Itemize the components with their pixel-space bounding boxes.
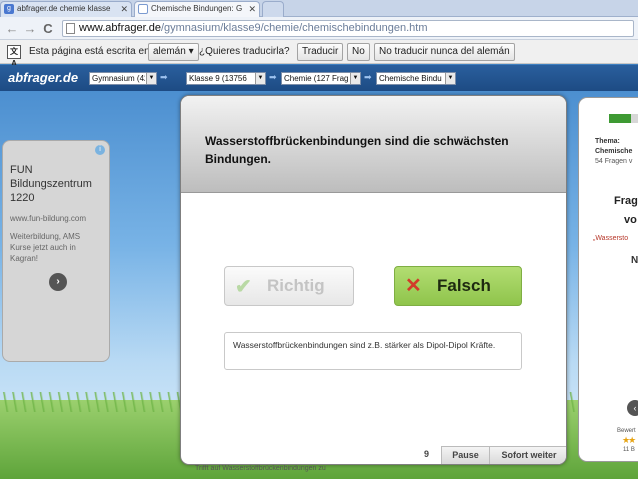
select-chemische-bindungen[interactable]: Chemische Bindu ▼ — [376, 72, 456, 85]
explanation-box: Wasserstoffbrückenbindungen sind z.B. st… — [224, 332, 522, 370]
close-tab-icon[interactable]: ✕ — [120, 2, 128, 16]
checkmark-icon: ✔ — [235, 276, 252, 298]
info-panel: Thema: Chemische 54 Fragen v Frag vo „Wa… — [578, 97, 638, 462]
question-count: 54 Fragen v — [595, 158, 633, 165]
falsch-label: Falsch — [437, 276, 491, 295]
arrow-right-icon: ➡ — [269, 72, 277, 82]
star-rating-icon[interactable]: ★★ — [622, 435, 636, 446]
dropdown-arrow-icon: ▼ — [350, 73, 360, 84]
select-label: Klasse 9 (13756 — [189, 74, 247, 83]
address-bar[interactable]: www.abfrager.de/gymnasium/klasse9/chemie… — [62, 20, 634, 37]
pause-button[interactable]: Pause — [441, 446, 489, 464]
arrow-right-icon: ➡ — [364, 72, 372, 82]
quiz-card: Wasserstoffbrückenbindungen sind die sch… — [180, 95, 567, 465]
advertisement[interactable]: i FUN Bildungszentrum 1220 www.fun-bildu… — [2, 140, 110, 362]
new-tab-button[interactable] — [262, 1, 284, 17]
never-translate-button[interactable]: No traducir nunca del alemán — [374, 43, 515, 61]
progress-bar — [609, 114, 638, 123]
dropdown-arrow-icon: ▼ — [255, 73, 265, 84]
cross-icon: ✕ — [405, 275, 422, 297]
ad-arrow-icon[interactable]: › — [49, 273, 67, 291]
frage-heading: Frag — [614, 195, 638, 207]
tab-chemische-bindungen[interactable]: Chemische Bindungen: G ✕ — [134, 1, 260, 17]
back-arrow-icon[interactable]: ← — [4, 21, 20, 36]
adchoices-icon[interactable]: i — [95, 145, 105, 155]
page-icon — [66, 23, 75, 34]
select-label: Chemische Bindu — [379, 74, 442, 83]
tab-abfrager-chemie[interactable]: g abfrager.de chemie klasse ✕ — [0, 1, 132, 17]
translate-button[interactable]: Traducir — [297, 43, 344, 61]
reload-icon[interactable]: C — [40, 21, 56, 36]
question-text: Wasserstoffbrückenbindungen sind die sch… — [205, 134, 509, 166]
url-host: www.abfrager.de — [79, 22, 161, 34]
tab-strip: g abfrager.de chemie klasse ✕ Chemische … — [0, 0, 638, 17]
select-gymnasium[interactable]: Gymnasium (422▼ — [89, 72, 157, 85]
browser-toolbar: ← → C www.abfrager.de/gymnasium/klasse9/… — [0, 17, 638, 40]
status-text: Trifft auf Wasserstoffbrückenbindungen z… — [195, 465, 326, 472]
dropdown-arrow-icon: ▼ — [445, 73, 455, 84]
panel-letter: N — [631, 255, 638, 266]
ad-text: Weiterbildung, AMS Kurse jetzt auch in K… — [10, 232, 81, 263]
bewertung-label: Bewert — [617, 428, 636, 434]
select-label: Gymnasium (422 — [92, 74, 145, 83]
page-favicon-icon — [138, 4, 148, 14]
previous-question-quote: „Wassersto — [593, 235, 629, 242]
falsch-button[interactable]: ✕ Falsch — [394, 266, 522, 306]
site-logo[interactable]: abfrager.de — [8, 70, 78, 85]
tab-title: abfrager.de chemie klasse — [17, 4, 111, 13]
vorher-heading: vo — [624, 214, 637, 226]
question-header: Wasserstoffbrückenbindungen sind die sch… — [181, 96, 566, 193]
thema-label: Thema: — [595, 138, 620, 145]
thema-value: Chemische — [595, 148, 633, 155]
previous-arrow-icon[interactable]: ‹ — [627, 400, 638, 416]
url-path: /gymnasium/klasse9/chemie/chemischebindu… — [160, 22, 428, 34]
ad-title[interactable]: FUN Bildungszentrum 1220 — [10, 163, 102, 205]
quiz-footer: 9 Pause Sofort weiter — [181, 446, 566, 464]
question-number: 9 — [424, 449, 430, 459]
dropdown-arrow-icon: ▼ — [146, 73, 156, 84]
richtig-button[interactable]: ✔ Richtig — [224, 266, 354, 306]
select-label: Chemie (127 Frag — [284, 74, 349, 83]
rating-count: 11 B — [623, 447, 635, 453]
tab-title: Chemische Bindungen: G — [151, 4, 243, 13]
richtig-label: Richtig — [267, 276, 325, 295]
arrow-right-icon: ➡ — [160, 72, 168, 82]
google-favicon-icon: g — [4, 4, 14, 14]
forward-arrow-icon[interactable]: → — [22, 21, 38, 36]
select-chemie[interactable]: Chemie (127 Frag ▼ — [281, 72, 361, 85]
close-tab-icon[interactable]: ✕ — [248, 2, 256, 16]
language-select[interactable]: alemán ▾ — [148, 43, 199, 61]
translate-prefix: Esta página está escrita en — [29, 46, 150, 57]
translate-bar: 文A Esta página está escrita en alemán ▾ … — [0, 40, 638, 68]
translate-question: ¿Quieres traducirla? — [199, 46, 290, 57]
select-klasse[interactable]: Klasse 9 (13756 ▼ — [186, 72, 266, 85]
sofort-weiter-button[interactable]: Sofort weiter — [489, 446, 566, 464]
ad-url[interactable]: www.fun-bildung.com — [10, 214, 102, 223]
translate-icon: 文A — [7, 45, 21, 68]
no-button[interactable]: No — [347, 43, 370, 61]
site-header: abfrager.de Gymnasium (422▼ ➡ Klasse 9 (… — [0, 65, 638, 91]
